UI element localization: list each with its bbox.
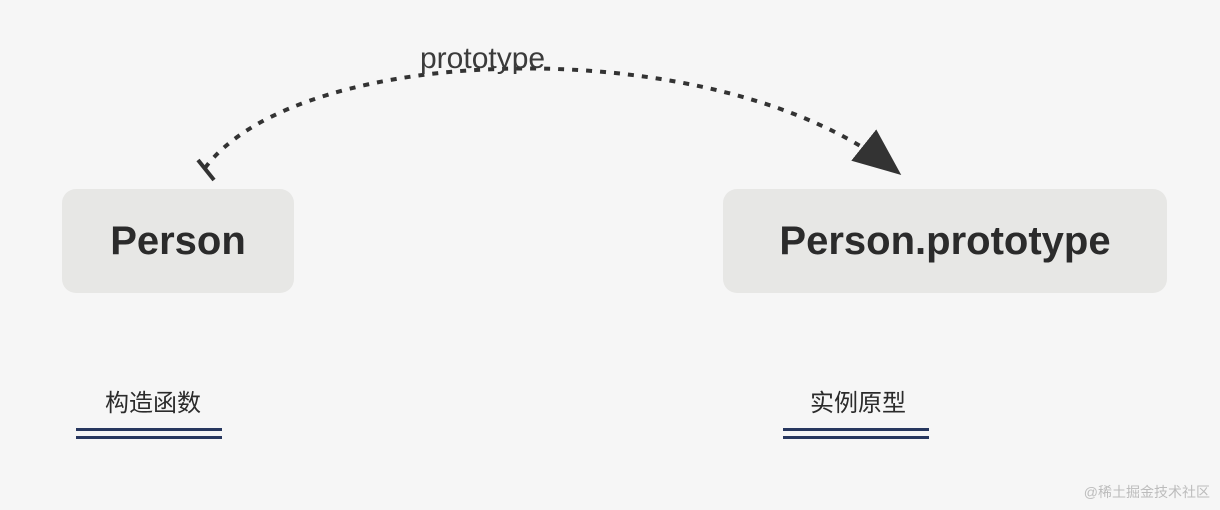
left-caption: 构造函数 [105, 383, 201, 418]
right-caption: 实例原型 [810, 383, 906, 418]
left-underline [76, 428, 222, 439]
arrow-label: prototype [420, 42, 545, 76]
watermark: @稀土掘金技术社区 [1084, 482, 1210, 502]
prototype-box-label: Person.prototype [779, 219, 1110, 264]
person-box-label: Person [110, 219, 246, 264]
person-box: Person [62, 189, 294, 293]
prototype-box: Person.prototype [723, 189, 1167, 293]
right-underline [783, 428, 929, 439]
